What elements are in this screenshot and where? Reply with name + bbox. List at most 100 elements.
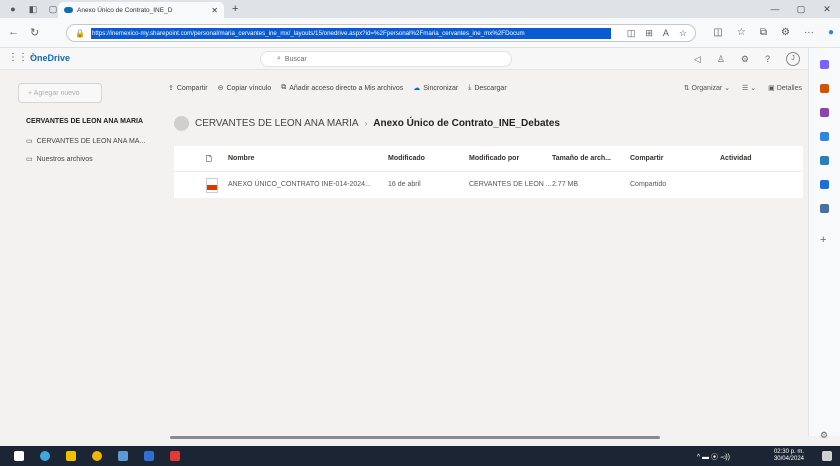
- clock[interactable]: 02:30 p. m. 30/04/2024: [774, 449, 804, 463]
- copy-link-button[interactable]: ⊖ Copiar vínculo: [218, 84, 272, 93]
- download-button[interactable]: ⤓ Descargar: [468, 84, 506, 92]
- share-button[interactable]: ⇪ Compartir: [168, 84, 208, 93]
- settings-gear-icon[interactable]: ⚙: [741, 54, 749, 65]
- collections-icon[interactable]: ⧉: [760, 27, 767, 38]
- sidebar-settings-icon[interactable]: ⚙: [820, 430, 829, 440]
- column-activity[interactable]: Actividad: [720, 155, 752, 162]
- office-icon[interactable]: [820, 156, 829, 165]
- split-icon[interactable]: ◫: [713, 27, 722, 38]
- share-label: Compartir: [176, 84, 208, 92]
- more-icon[interactable]: ···: [804, 27, 814, 38]
- column-modified[interactable]: Modificado: [388, 155, 425, 162]
- edge-taskbar-icon[interactable]: [40, 451, 50, 461]
- command-bar-right: ⇅ Organizar ⌄ ☰ ⌄ ▣ Detalles: [684, 84, 802, 92]
- table-row[interactable]: ANEXO ÚNICO_CONTRATO INE-014-2024... 16 …: [174, 172, 803, 198]
- help-icon[interactable]: ?: [765, 54, 770, 64]
- organize-button[interactable]: ⇅ Organizar ⌄: [684, 84, 730, 92]
- download-label: Descargar: [474, 84, 507, 92]
- search-icon: ⌕: [277, 55, 281, 62]
- breadcrumb: CERVANTES DE LEON ANA MARIA › Anexo Únic…: [174, 116, 560, 131]
- tab-title: Anexo Único de Contrato_INE_D: [77, 6, 173, 14]
- drop-icon[interactable]: [820, 204, 829, 213]
- avatar[interactable]: J: [786, 52, 800, 66]
- column-modified-by[interactable]: Modificado por: [469, 155, 519, 162]
- workspaces-icon[interactable]: ◧: [26, 2, 40, 16]
- taskbar: ^ ▬ ⦿ ◅)) 02:30 p. m. 30/04/2024: [0, 446, 840, 466]
- address-bar-area: ← ↻ 🔒 https://inemexico-my.sharepoint.co…: [0, 18, 840, 48]
- search-box[interactable]: ⌕ Buscar: [260, 51, 512, 67]
- lock-icon: 🔒: [75, 28, 85, 38]
- app-name[interactable]: OneDrive: [30, 53, 70, 63]
- apps-icon[interactable]: ⊞: [645, 28, 653, 39]
- file-list: 🗋 Nombre Modificado Modificado por Tamañ…: [174, 146, 803, 198]
- close-tab-icon[interactable]: ✕: [211, 6, 218, 15]
- extensions-icon[interactable]: ⚙: [781, 27, 790, 38]
- column-name[interactable]: Nombre: [228, 155, 254, 162]
- sync-icon: ☁: [413, 85, 421, 92]
- system-tray-icons[interactable]: ^ ▬ ⦿ ◅)): [697, 452, 730, 462]
- minimize-icon[interactable]: —: [762, 4, 788, 14]
- mail-icon[interactable]: [144, 451, 154, 461]
- browser-tab-bar: ● ◧ ▢ Anexo Único de Contrato_INE_D ✕ + …: [0, 0, 840, 18]
- start-icon[interactable]: [14, 451, 24, 461]
- read-aloud-icon[interactable]: A: [663, 28, 669, 39]
- refresh-icon[interactable]: ↻: [30, 26, 39, 39]
- breadcrumb-owner[interactable]: CERVANTES DE LEON ANA MARIA: [195, 118, 359, 129]
- games-icon[interactable]: [820, 132, 829, 141]
- list-header: 🗋 Nombre Modificado Modificado por Tamañ…: [174, 146, 803, 172]
- close-window-icon[interactable]: ✕: [814, 4, 840, 15]
- shared-library-icon: ▭: [26, 156, 33, 163]
- megaphone-icon[interactable]: ◁: [694, 54, 701, 65]
- share-people-icon[interactable]: ♙: [717, 54, 725, 65]
- outlook-icon[interactable]: [820, 180, 829, 189]
- favorites-icon[interactable]: ☆: [737, 27, 746, 38]
- add-shortcut-label: Añadir acceso directo a Mis archivos: [289, 84, 404, 92]
- file-name[interactable]: ANEXO ÚNICO_CONTRATO INE-014-2024...: [228, 181, 371, 188]
- file-explorer-icon[interactable]: [66, 451, 76, 461]
- restore-icon[interactable]: ▢: [788, 4, 814, 15]
- list-view-icon: ☰: [742, 85, 749, 92]
- view-options-button[interactable]: ☰ ⌄: [742, 84, 756, 92]
- teams-icon[interactable]: [118, 451, 128, 461]
- sort-icon: ⇅: [683, 85, 692, 92]
- url-text[interactable]: https://inemexico-my.sharepoint.com/pers…: [90, 27, 611, 39]
- column-size[interactable]: Tamaño de arch...: [552, 155, 611, 162]
- clock-date: 30/04/2024: [773, 456, 804, 462]
- notifications-icon[interactable]: [822, 451, 832, 461]
- details-button[interactable]: ▣ Detalles: [768, 84, 802, 92]
- sync-button[interactable]: ☁ Sincronizar: [413, 84, 458, 93]
- sidebar-item-owner-files[interactable]: ▭ CERVANTES DE LEON ANA MA...: [26, 137, 145, 146]
- copilot-icon[interactable]: ●: [828, 27, 834, 38]
- window-controls: — ▢ ✕: [762, 0, 840, 18]
- file-sharing: Compartido: [630, 181, 667, 188]
- url-field[interactable]: 🔒 https://inemexico-my.sharepoint.com/pe…: [66, 24, 696, 42]
- add-shortcut-button[interactable]: ⧉ Añadir acceso directo a Mis archivos: [281, 84, 403, 92]
- download-icon: ⤓: [468, 84, 472, 91]
- tools-icon[interactable]: [820, 108, 829, 117]
- chrome-icon[interactable]: [92, 451, 102, 461]
- organize-label: Organizar: [691, 85, 723, 92]
- pdf-reader-icon[interactable]: [170, 451, 180, 461]
- new-tab-button[interactable]: +: [232, 3, 238, 15]
- horizontal-scrollbar[interactable]: [170, 436, 660, 439]
- sidebar-item-label: Nuestros archivos: [36, 155, 93, 163]
- profile-icon[interactable]: ●: [6, 2, 20, 16]
- sidebar: + Agregar nuevo CERVANTES DE LEON ANA MA…: [0, 70, 160, 436]
- shopping-icon[interactable]: [820, 84, 829, 93]
- copilot-sidebar-icon[interactable]: [820, 60, 829, 69]
- back-icon[interactable]: ←: [8, 26, 19, 38]
- share-icon: ⇪: [168, 85, 174, 92]
- sidebar-item-our-files[interactable]: ▭ Nuestros archivos: [26, 155, 93, 164]
- browser-tab[interactable]: Anexo Único de Contrato_INE_D ✕: [58, 2, 224, 18]
- file-size: 2.77 MB: [552, 181, 579, 188]
- add-sidebar-icon[interactable]: +: [820, 234, 829, 246]
- details-label: Detalles: [776, 85, 802, 92]
- file-type-icon: 🗋: [206, 156, 212, 163]
- column-sharing[interactable]: Compartir: [630, 155, 663, 162]
- add-new-button[interactable]: + Agregar nuevo: [18, 83, 102, 103]
- breadcrumb-folder: Anexo Único de Contrato_INE_Debates: [373, 118, 560, 129]
- clock-time: 02:30 p. m.: [773, 449, 804, 455]
- favorite-star-icon[interactable]: ☆: [679, 28, 687, 39]
- details-pane-icon: ▣: [768, 85, 777, 92]
- split-screen-icon[interactable]: ◫: [627, 28, 636, 39]
